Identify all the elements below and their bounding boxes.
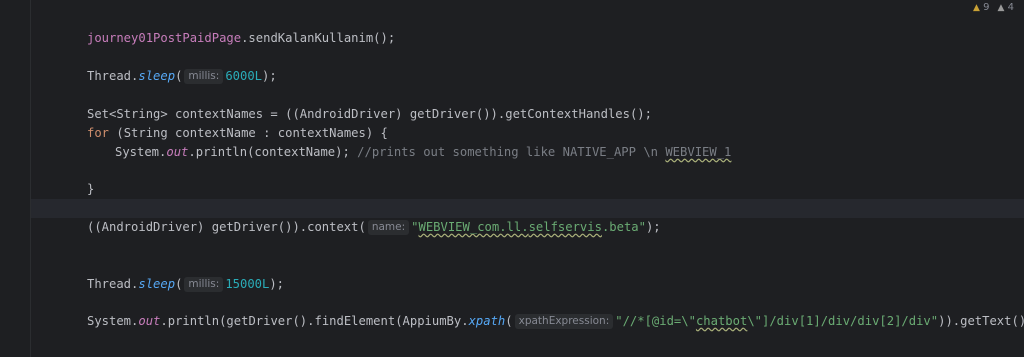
method-call: .sendKalanKullanim(); bbox=[241, 31, 396, 45]
method-call: .println(getDriver().findElement(AppiumB… bbox=[160, 314, 469, 328]
comment: //prints out something like NATIVE_APP \… bbox=[357, 145, 666, 159]
code-line[interactable]: System.out.println(contextName); //print… bbox=[31, 124, 1024, 159]
code-line-current[interactable]: ((AndroidDriver) getDriver()).context(na… bbox=[31, 199, 1024, 235]
paren: ( bbox=[505, 314, 513, 328]
code-line[interactable]: Thread.sleep(millis: 15000L); bbox=[31, 256, 1024, 292]
statement: ((AndroidDriver) getDriver()).context( bbox=[87, 220, 366, 234]
paren: ); bbox=[645, 220, 661, 234]
static-method: sleep bbox=[138, 69, 176, 83]
class-ref: System. bbox=[87, 314, 139, 328]
static-method: sleep bbox=[138, 277, 176, 291]
string-literal: .beta" bbox=[601, 220, 646, 234]
code-editor[interactable]: journey01PostPaidPage.sendKalanKullanim(… bbox=[31, 0, 1024, 357]
number-literal: 6000L bbox=[225, 69, 262, 83]
param-hint: millis: bbox=[184, 277, 224, 292]
code-line[interactable]: Set<String> contextNames = ((AndroidDriv… bbox=[31, 86, 1024, 121]
param-hint: xpathExpression: bbox=[514, 314, 614, 329]
static-method: xpath bbox=[468, 314, 506, 328]
string-literal-typo: chatbot bbox=[695, 314, 748, 328]
static-field: out bbox=[166, 145, 189, 159]
param-hint: name: bbox=[367, 220, 410, 235]
code-line[interactable]: journey01PostPaidPage.sendKalanKullanim(… bbox=[31, 10, 1024, 45]
line-gutter[interactable] bbox=[0, 0, 31, 357]
method-call: .println(contextName); bbox=[188, 145, 358, 159]
number-literal: 15000L bbox=[225, 277, 270, 291]
paren: ( bbox=[175, 277, 183, 291]
paren: ); bbox=[269, 277, 285, 291]
class-ref: Thread. bbox=[87, 277, 139, 291]
string-literal: \"]/div[1]/div/div[2]/div" bbox=[747, 314, 939, 328]
static-field: out bbox=[138, 314, 161, 328]
paren: )).getText()); bbox=[938, 314, 1024, 328]
string-literal: WEBVIEW_com.ll. bbox=[418, 220, 529, 234]
code-line[interactable]: Thread.sleep(millis: 6000L); bbox=[31, 48, 1024, 84]
string-quote: " bbox=[411, 220, 419, 234]
string-literal: "//*[@id=\" bbox=[615, 314, 696, 328]
string-literal-typo: selfservis bbox=[528, 220, 602, 234]
code-line[interactable]: for (String contextName : contextNames) … bbox=[31, 105, 1024, 140]
class-ref: System. bbox=[115, 145, 167, 159]
object-ref: journey01PostPaidPage bbox=[87, 31, 242, 45]
code-line[interactable]: } bbox=[31, 161, 1024, 196]
paren: ( bbox=[175, 69, 183, 83]
param-hint: millis: bbox=[184, 69, 224, 84]
code-line[interactable]: System.out.println(getDriver().findEleme… bbox=[31, 293, 1024, 329]
class-ref: Thread. bbox=[87, 69, 139, 83]
closing-brace: } bbox=[87, 182, 95, 196]
comment-typo: WEBVIEW_1 bbox=[665, 145, 732, 159]
paren: ); bbox=[262, 69, 277, 83]
